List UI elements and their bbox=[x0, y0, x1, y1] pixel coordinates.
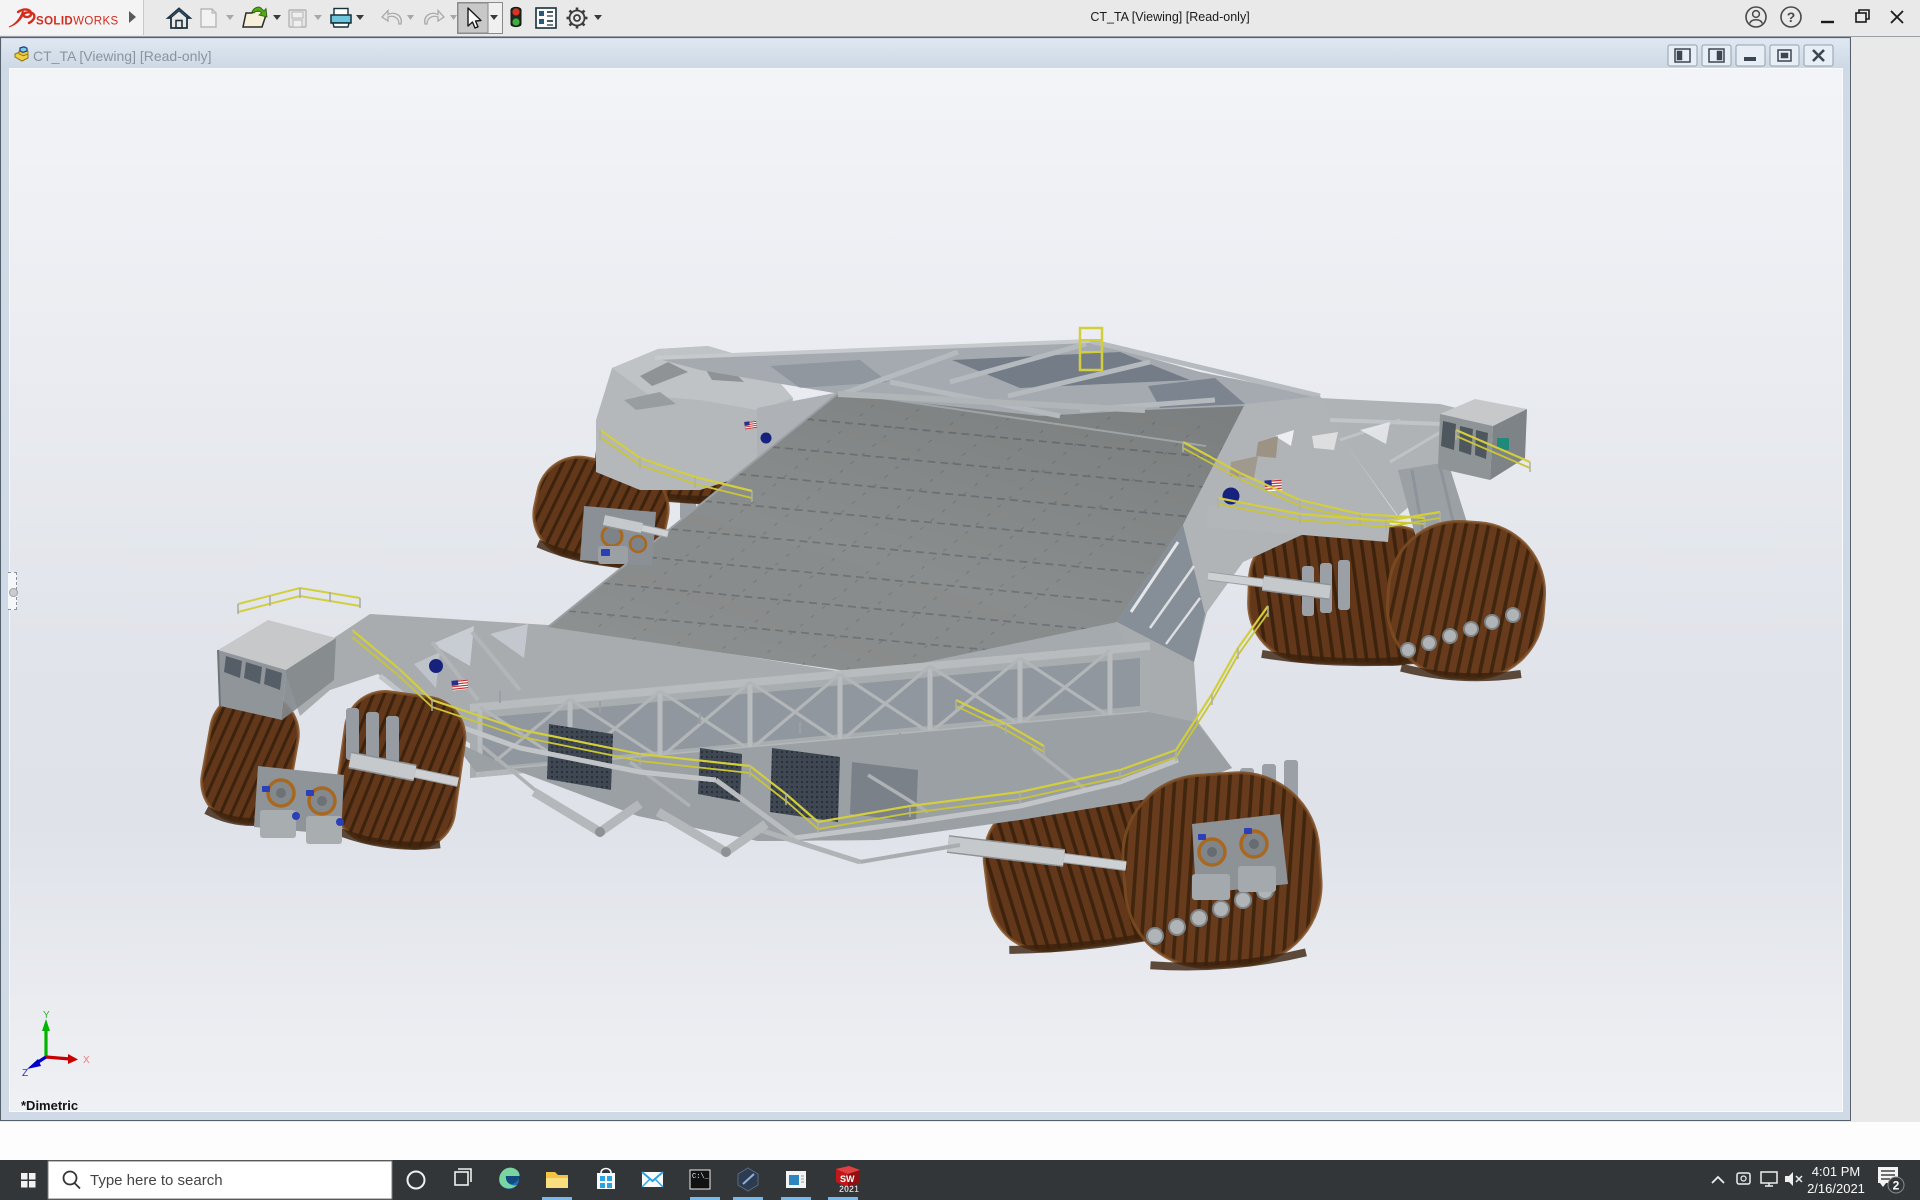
svg-text:2: 2 bbox=[1893, 1179, 1900, 1193]
svg-text:?: ? bbox=[1787, 9, 1796, 25]
svg-text:2021: 2021 bbox=[839, 1184, 859, 1194]
svg-text:SW: SW bbox=[840, 1174, 855, 1184]
svg-text:C:\_: C:\_ bbox=[692, 1173, 710, 1181]
svg-text:4:01 PM: 4:01 PM bbox=[1812, 1164, 1860, 1179]
svg-text:2/16/2021: 2/16/2021 bbox=[1807, 1181, 1865, 1196]
svg-text:X: X bbox=[83, 1055, 90, 1066]
svg-text:Z: Z bbox=[22, 1068, 28, 1079]
svg-text:Y: Y bbox=[43, 1010, 50, 1021]
svg-text:Type here to search: Type here to search bbox=[90, 1172, 223, 1189]
svg-text:SOLIDWORKS: SOLIDWORKS bbox=[36, 16, 119, 28]
